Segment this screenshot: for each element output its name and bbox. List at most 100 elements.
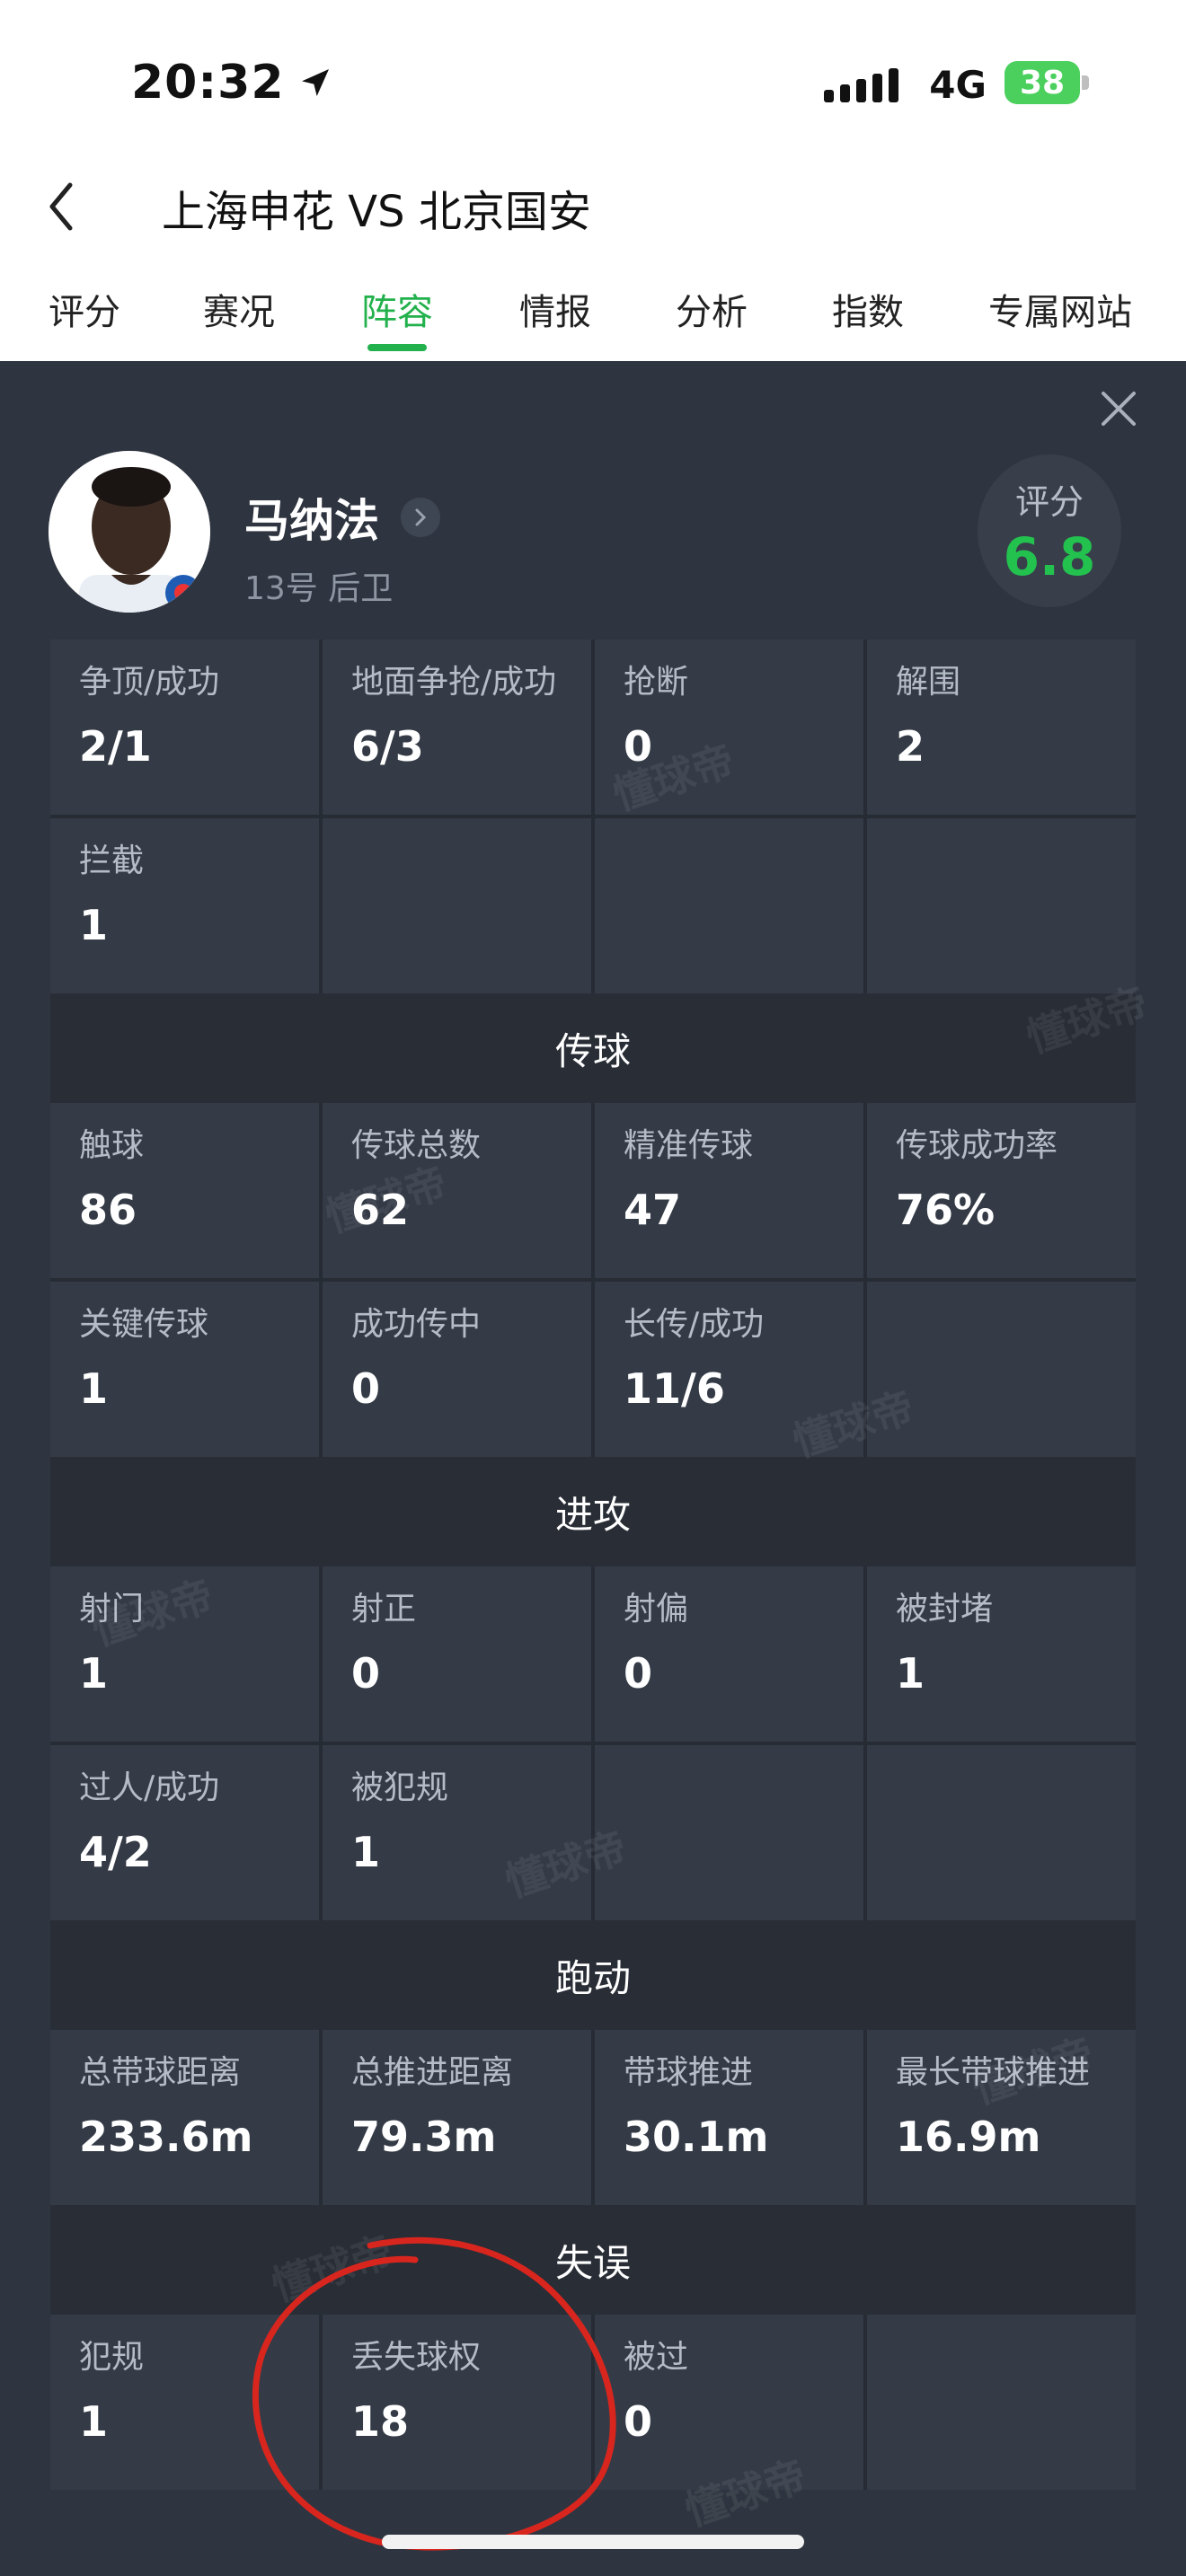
empty-cell (867, 1745, 1136, 1920)
empty-cell (867, 1282, 1136, 1457)
tab-rating[interactable]: 评分 (49, 283, 120, 335)
stat-value: 1 (79, 1649, 109, 1698)
battery-level: 38 (1019, 64, 1066, 101)
close-icon (1102, 392, 1136, 426)
stat-cell: 射正 0 (323, 1566, 591, 1742)
stat-cell: 地面争抢/成功 6/3 (323, 640, 591, 815)
location-arrow-icon (301, 69, 329, 96)
stat-label: 被封堵 (896, 1591, 994, 1628)
player-avatar (49, 451, 210, 613)
battery-tip (1082, 75, 1089, 90)
player-detail-link[interactable] (401, 498, 440, 537)
chevron-left-icon (49, 182, 73, 231)
stat-cell: 传球成功率 76% (867, 1103, 1136, 1278)
stat-cell: 拦截 1 (50, 818, 319, 993)
status-bar: 20:32 4G 38 (0, 0, 1186, 162)
stat-value: 1 (79, 901, 109, 949)
stat-label: 触球 (79, 1127, 145, 1164)
stat-label: 成功传中 (351, 1306, 482, 1343)
stat-label: 传球成功率 (896, 1127, 1058, 1164)
stat-value: 2/1 (79, 722, 152, 771)
stat-cell: 传球总数 62 (323, 1103, 591, 1278)
tab-analysis[interactable]: 分析 (676, 283, 748, 335)
stat-label: 总推进距离 (351, 2054, 514, 2091)
battery-icon: 38 (1005, 61, 1080, 104)
chevron-right-icon (415, 508, 427, 526)
stat-label: 传球总数 (351, 1127, 482, 1164)
stat-value: 86 (79, 1186, 137, 1234)
player-number-position: 13号 后卫 (244, 570, 394, 607)
tab-intel[interactable]: 情报 (519, 283, 591, 335)
stat-cell: 成功传中 0 (323, 1282, 591, 1457)
player-name-row[interactable]: 马纳法 (244, 485, 440, 550)
stat-label: 抢断 (624, 664, 689, 701)
stat-cell: 长传/成功 11/6 (595, 1282, 863, 1457)
stat-label: 关键传球 (79, 1306, 209, 1343)
stat-label: 射偏 (624, 1591, 689, 1628)
stat-value: 2 (896, 722, 925, 771)
close-button[interactable] (1096, 386, 1141, 431)
section-running: 跑动 (50, 1920, 1136, 2030)
stat-label: 被犯规 (351, 1769, 449, 1806)
stat-label: 拦截 (79, 842, 145, 879)
empty-cell (323, 818, 591, 993)
stat-cell: 最长带球推进 16.9m (867, 2030, 1136, 2205)
empty-cell (595, 818, 863, 993)
stat-value: 11/6 (624, 1364, 725, 1413)
home-indicator[interactable] (382, 2535, 804, 2549)
stat-cell: 总带球距离 233.6m (50, 2030, 319, 2205)
stats-table: 争顶/成功 2/1 地面争抢/成功 6/3 抢断 0 解围 2 拦截 1 传球 触球 86 … (50, 640, 1136, 2490)
tab-lineup[interactable]: 阵容 (361, 283, 433, 335)
section-attack: 进攻 (50, 1457, 1136, 1566)
stat-label: 过人/成功 (79, 1769, 220, 1806)
empty-cell (595, 1745, 863, 1920)
stat-cell: 射门 1 (50, 1566, 319, 1742)
stat-cell: 被封堵 1 (867, 1566, 1136, 1742)
stat-label: 解围 (896, 664, 961, 701)
page-title: 上海申花 VS 北京国安 (162, 187, 591, 237)
stat-label: 总带球距离 (79, 2054, 242, 2091)
active-tab-indicator (367, 344, 427, 351)
stat-value: 0 (351, 1649, 381, 1698)
rating-label: 评分 (1014, 482, 1084, 522)
stat-label: 长传/成功 (624, 1306, 765, 1343)
stat-cell: 带球推进 30.1m (595, 2030, 863, 2205)
back-button[interactable] (43, 180, 79, 234)
status-time: 20:32 (131, 56, 333, 110)
stat-label: 精准传球 (624, 1127, 754, 1164)
stat-value: 16.9m (896, 2113, 1041, 2161)
stat-value: 6/3 (351, 722, 424, 771)
tab-odds[interactable]: 指数 (832, 283, 904, 335)
signal-icon (824, 68, 898, 102)
attack-grid: 射门 1 射正 0 射偏 0 被封堵 1 过人/成功 4/2 被犯规 1 (50, 1566, 1136, 1920)
stat-value: 233.6m (79, 2113, 253, 2161)
stat-cell: 触球 86 (50, 1103, 319, 1278)
tab-match[interactable]: 赛况 (203, 283, 275, 335)
passing-grid: 触球 86 传球总数 62 精准传球 47 传球成功率 76% 关键传球 1 成功传中 0 … (50, 1103, 1136, 1457)
stat-cell: 抢断 0 (595, 640, 863, 815)
stat-value: 62 (351, 1186, 410, 1234)
stat-label: 争顶/成功 (79, 664, 220, 701)
stat-cell: 总推进距离 79.3m (323, 2030, 591, 2205)
stat-value: 0 (624, 722, 653, 771)
stat-value: 0 (624, 1649, 653, 1698)
tab-exclusive-site[interactable]: 专属网站 (988, 283, 1132, 335)
player-photo (49, 451, 210, 613)
stat-value: 1 (351, 1828, 381, 1876)
stat-value: 0 (624, 2397, 653, 2446)
stat-label: 地面争抢/成功 (351, 664, 557, 701)
stat-value: 0 (351, 1364, 381, 1413)
stat-cell: 射偏 0 (595, 1566, 863, 1742)
stat-value: 30.1m (624, 2113, 769, 2161)
stat-label: 带球推进 (624, 2054, 754, 2091)
stat-cell: 精准传球 47 (595, 1103, 863, 1278)
stat-label: 射门 (79, 1591, 145, 1628)
stat-value: 79.3m (351, 2113, 497, 2161)
network-type: 4G (929, 63, 987, 107)
empty-cell (867, 818, 1136, 993)
stat-label: 被过 (624, 2339, 689, 2376)
stat-value: 1 (896, 1649, 925, 1698)
stat-cell: 解围 2 (867, 640, 1136, 815)
section-passing: 传球 (50, 993, 1136, 1103)
defense-grid: 争顶/成功 2/1 地面争抢/成功 6/3 抢断 0 解围 2 拦截 1 (50, 640, 1136, 993)
